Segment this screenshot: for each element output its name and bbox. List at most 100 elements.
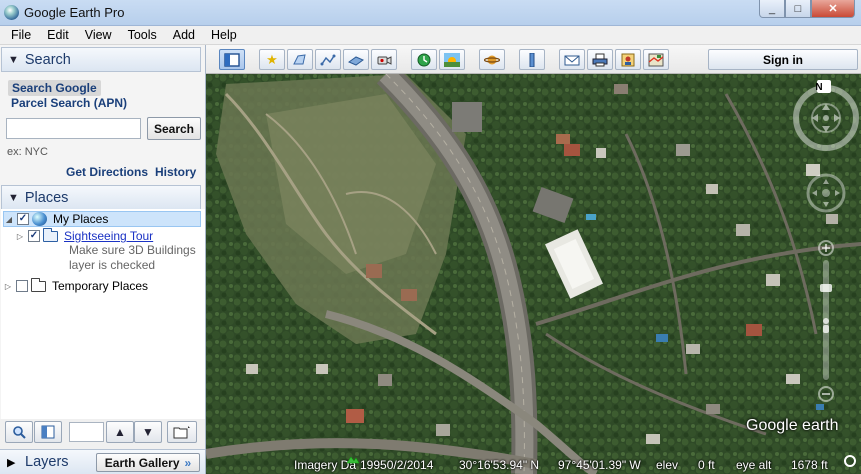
record-tour-icon <box>377 55 392 65</box>
minimize-button[interactable]: _ <box>759 0 785 18</box>
places-panel-header[interactable]: ▼ Places <box>1 185 201 210</box>
menu-add[interactable]: Add <box>165 28 203 42</box>
print-button[interactable] <box>587 49 613 70</box>
earth-gallery-button[interactable]: Earth Gallery » <box>96 453 200 472</box>
tab-search-google[interactable]: Search Google <box>8 80 101 96</box>
view-in-maps-button[interactable] <box>643 49 669 70</box>
eye-altitude-label: eye alt <box>736 458 772 472</box>
tab-parcel-search[interactable]: Parcel Search (APN) <box>11 96 127 110</box>
search-input[interactable] <box>6 118 141 139</box>
window-title: Google Earth Pro <box>24 5 125 20</box>
magnifier-icon <box>13 426 26 439</box>
tree-item-temporary-places[interactable]: ▷ Temporary Places <box>3 277 149 294</box>
search-button[interactable]: Search <box>147 117 201 140</box>
sightseeing-note-line2: layer is checked <box>69 258 156 272</box>
email-button[interactable] <box>559 49 585 70</box>
sunlight-icon <box>444 52 460 67</box>
print-icon <box>592 53 608 66</box>
globe-icon <box>32 212 47 226</box>
imagery-source-icon <box>346 453 360 467</box>
sign-in-button[interactable]: Sign in <box>708 49 858 70</box>
add-image-overlay-button[interactable] <box>343 49 369 70</box>
double-chevron-right-icon: » <box>184 455 192 470</box>
add-folder-button[interactable] <box>167 421 197 443</box>
search-hint: ex: NYC <box>7 146 48 158</box>
planets-icon <box>484 55 500 64</box>
expanded-arrow-icon[interactable]: ◢ <box>4 215 14 224</box>
menu-file[interactable]: File <box>3 28 39 42</box>
eye-altitude-value: 1678 ft <box>791 458 828 472</box>
sightseeing-note-line1: Make sure 3D Buildings <box>69 243 196 257</box>
opacity-field[interactable] <box>69 422 104 442</box>
save-image-button[interactable] <box>615 49 641 70</box>
tree-item-my-places[interactable]: ◢ ✓ My Places <box>3 211 201 227</box>
polygon-icon <box>293 53 306 64</box>
add-placemark-button[interactable]: ★ <box>259 49 285 70</box>
menu-bar: File Edit View Tools Add Help <box>0 26 861 45</box>
save-image-icon <box>621 53 635 66</box>
menu-tools[interactable]: Tools <box>120 28 165 42</box>
longitude: 97°45'01.39" W <box>558 458 641 472</box>
google-earth-watermark: Google earth <box>746 417 839 434</box>
temporary-places-label: Temporary Places <box>52 279 149 293</box>
toggle-panel-button[interactable] <box>34 421 62 443</box>
sidebar-toggle-button[interactable] <box>219 49 245 70</box>
panel-toggle-icon <box>41 425 55 439</box>
collapse-triangle-icon[interactable]: ▼ <box>8 192 19 204</box>
historical-imagery-button[interactable] <box>411 49 437 70</box>
move-joystick[interactable] <box>806 173 846 213</box>
title-bar: Google Earth Pro _ □ ✕ <box>0 0 861 26</box>
status-bar: Imagery Da 19950/2/2014 30°16'53.94" N 9… <box>294 453 861 474</box>
collapsed-triangle-icon[interactable]: ▶ <box>7 456 15 469</box>
search-places-button[interactable] <box>5 421 33 443</box>
streaming-indicator-icon <box>844 455 856 467</box>
close-button[interactable]: ✕ <box>811 0 855 18</box>
placemark-icon: ★ <box>266 51 278 67</box>
path-icon <box>320 54 336 65</box>
add-polygon-button[interactable] <box>287 49 313 70</box>
google-earth-app-icon <box>4 5 19 20</box>
collapsed-arrow-icon[interactable]: ▷ <box>15 232 25 241</box>
record-tour-button[interactable] <box>371 49 397 70</box>
my-places-label: My Places <box>53 212 109 226</box>
places-panel-title: Places <box>24 189 69 206</box>
sightseeing-tour-link[interactable]: Sightseeing Tour <box>64 229 153 243</box>
north-label: N <box>815 82 823 93</box>
sidebar-toggle-icon <box>224 52 240 67</box>
layers-title: Layers <box>25 454 69 470</box>
collapse-triangle-icon[interactable]: ▼ <box>8 54 19 66</box>
temporary-places-checkbox[interactable] <box>16 280 28 292</box>
elevation-value: 0 ft <box>698 458 715 472</box>
arrow-down-icon: ▼ <box>142 425 154 439</box>
latitude: 30°16'53.94" N <box>459 458 540 472</box>
sunlight-button[interactable] <box>439 49 465 70</box>
get-directions-link[interactable]: Get Directions <box>66 165 148 179</box>
satellite-imagery <box>206 74 861 474</box>
search-panel-header[interactable]: ▼ Search <box>1 47 201 72</box>
sightseeing-checkbox[interactable]: ✓ <box>28 230 40 242</box>
history-link[interactable]: History <box>155 165 196 179</box>
side-panel: ▼ Search Search Google Parcel Search (AP… <box>0 45 206 474</box>
main-toolbar: ★ Sign in <box>206 45 861 74</box>
elevation-label: elev <box>656 458 679 472</box>
move-up-button[interactable]: ▲ <box>106 421 134 443</box>
look-joystick[interactable] <box>793 85 859 151</box>
collapsed-arrow-icon[interactable]: ▷ <box>3 282 13 291</box>
tree-item-sightseeing-tour[interactable]: ▷ ✓ Sightseeing Tour <box>15 227 153 244</box>
folder-menu-icon <box>173 426 190 439</box>
move-down-button[interactable]: ▼ <box>134 421 162 443</box>
folder-icon <box>31 277 46 292</box>
my-places-checkbox[interactable]: ✓ <box>17 213 29 225</box>
add-path-button[interactable] <box>315 49 341 70</box>
search-panel-title: Search <box>24 51 71 68</box>
street-view-pegman-icon[interactable] <box>823 318 829 333</box>
ruler-button[interactable] <box>519 49 545 70</box>
menu-edit[interactable]: Edit <box>39 28 77 42</box>
menu-help[interactable]: Help <box>203 28 245 42</box>
earth-map-view[interactable]: N Google earth Imagery Da 19950/2/2014 3… <box>206 74 861 474</box>
email-icon <box>564 55 580 65</box>
menu-view[interactable]: View <box>77 28 120 42</box>
switch-planet-button[interactable] <box>479 49 505 70</box>
maximize-button[interactable]: □ <box>785 0 811 18</box>
navigation-controls[interactable] <box>789 78 859 408</box>
